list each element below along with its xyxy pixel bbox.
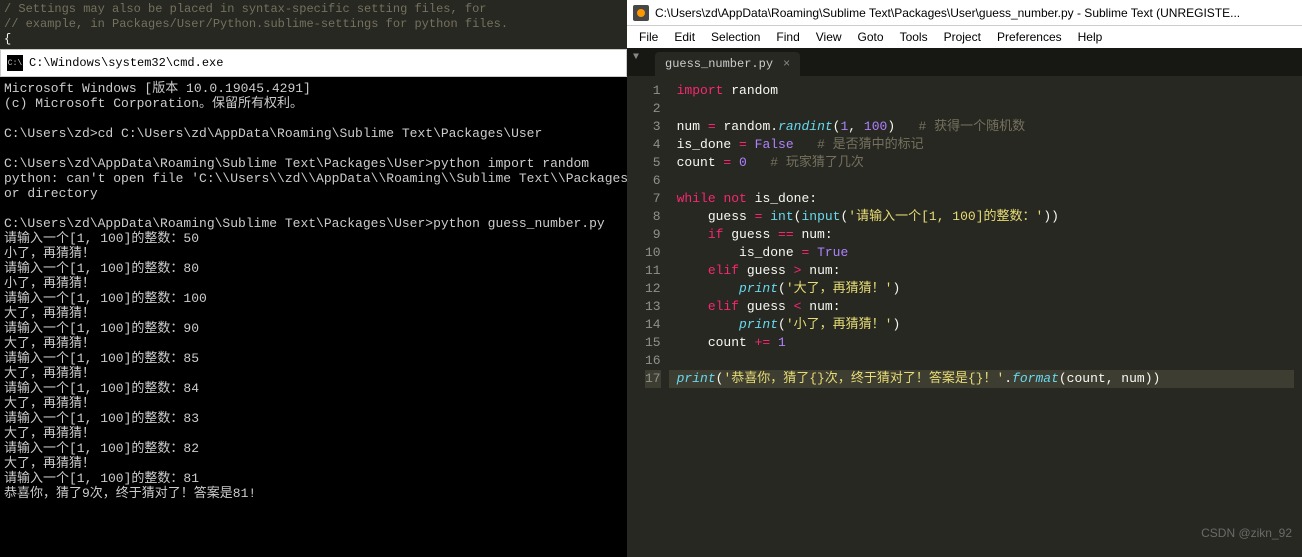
menu-item-selection[interactable]: Selection [703, 30, 768, 44]
menu-item-edit[interactable]: Edit [666, 30, 703, 44]
hint-line: / Settings may also be placed in syntax-… [4, 2, 623, 17]
code-line[interactable]: while not is_done: [677, 190, 1294, 208]
code-line[interactable] [677, 172, 1294, 190]
line-number: 13 [645, 298, 661, 316]
code-line[interactable]: if guess == num: [677, 226, 1294, 244]
gutter: 1234567891011121314151617 [627, 76, 669, 526]
line-number: 2 [645, 100, 661, 118]
code-line[interactable]: elif guess > num: [677, 262, 1294, 280]
code-line[interactable]: elif guess < num: [677, 298, 1294, 316]
background-editor-hint: / Settings may also be placed in syntax-… [0, 0, 627, 49]
menu-item-file[interactable]: File [631, 30, 666, 44]
tab-label: guess_number.py [665, 57, 773, 71]
cmd-titlebar[interactable]: C:\ C:\Windows\system32\cmd.exe [0, 49, 627, 77]
code-line[interactable]: is_done = True [677, 244, 1294, 262]
tab-dropdown-icon[interactable]: ▼ [633, 52, 639, 63]
line-number: 10 [645, 244, 661, 262]
left-pane: / Settings may also be placed in syntax-… [0, 0, 627, 546]
menu-item-project[interactable]: Project [936, 30, 989, 44]
code-line[interactable]: count += 1 [677, 334, 1294, 352]
line-number: 6 [645, 172, 661, 190]
line-number: 5 [645, 154, 661, 172]
cmd-icon: C:\ [7, 55, 23, 71]
hint-line: // example, in Packages/User/Python.subl… [4, 17, 623, 32]
line-number: 12 [645, 280, 661, 298]
code-line[interactable]: count = 0 # 玩家猜了几次 [677, 154, 1294, 172]
code-line[interactable]: is_done = False # 是否猜中的标记 [677, 136, 1294, 154]
code-line[interactable]: print('小了，再猜猜！') [677, 316, 1294, 334]
line-number: 8 [645, 208, 661, 226]
line-number: 16 [645, 352, 661, 370]
code-line[interactable]: print('恭喜你，猜了{}次，终于猜对了！答案是{}！'.format(co… [669, 370, 1294, 388]
code-content[interactable]: import random num = random.randint(1, 10… [669, 76, 1302, 526]
tab-guess-number[interactable]: guess_number.py × [655, 52, 800, 76]
menu-item-view[interactable]: View [808, 30, 850, 44]
sublime-title-text: C:\Users\zd\AppData\Roaming\Sublime Text… [655, 6, 1240, 20]
line-number: 9 [645, 226, 661, 244]
line-number: 7 [645, 190, 661, 208]
menu-item-tools[interactable]: Tools [892, 30, 936, 44]
watermark: CSDN @zikn_92 [1201, 526, 1292, 540]
menu-item-preferences[interactable]: Preferences [989, 30, 1070, 44]
code-line[interactable] [677, 352, 1294, 370]
close-icon[interactable]: × [783, 57, 790, 71]
sublime-titlebar[interactable]: C:\Users\zd\AppData\Roaming\Sublime Text… [627, 0, 1302, 26]
line-number: 1 [645, 82, 661, 100]
line-number: 17 [645, 370, 661, 388]
cmd-title-text: C:\Windows\system32\cmd.exe [29, 56, 223, 70]
code-line[interactable]: print('大了，再猜猜！') [677, 280, 1294, 298]
menu-item-find[interactable]: Find [768, 30, 807, 44]
code-line[interactable] [677, 100, 1294, 118]
brace: { [4, 32, 623, 47]
tab-bar: ▼ guess_number.py × [627, 48, 1302, 76]
code-line[interactable]: num = random.randint(1, 100) # 获得一个随机数 [677, 118, 1294, 136]
line-number: 4 [645, 136, 661, 154]
menu-item-goto[interactable]: Goto [850, 30, 892, 44]
line-number: 15 [645, 334, 661, 352]
code-line[interactable]: import random [677, 82, 1294, 100]
line-number: 14 [645, 316, 661, 334]
menu-item-help[interactable]: Help [1070, 30, 1111, 44]
sublime-icon [633, 5, 649, 21]
right-pane: C:\Users\zd\AppData\Roaming\Sublime Text… [627, 0, 1302, 546]
line-number: 3 [645, 118, 661, 136]
cmd-output[interactable]: Microsoft Windows [版本 10.0.19045.4291] (… [0, 77, 627, 557]
line-number: 11 [645, 262, 661, 280]
code-area[interactable]: 1234567891011121314151617 import random … [627, 76, 1302, 526]
menu-bar: FileEditSelectionFindViewGotoToolsProjec… [627, 26, 1302, 48]
code-line[interactable]: guess = int(input('请输入一个[1, 100]的整数：')) [677, 208, 1294, 226]
